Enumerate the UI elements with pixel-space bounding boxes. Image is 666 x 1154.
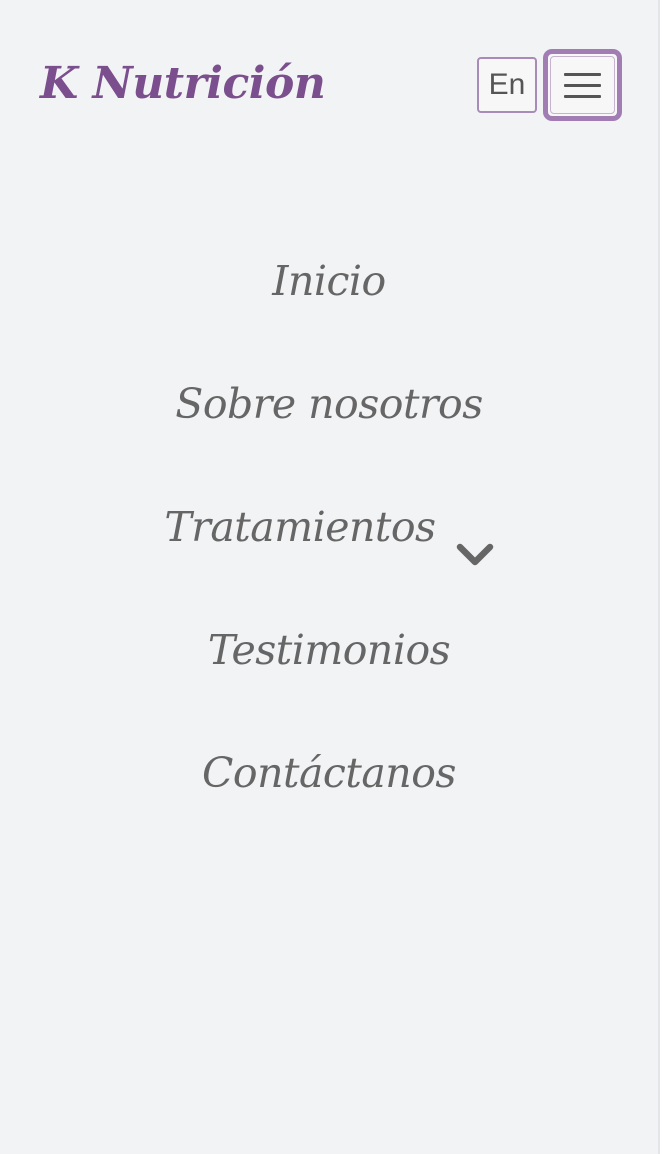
page-viewport: K Nutrición En Inicio Sobre nosotros Tra… (0, 0, 658, 1154)
nav-label: Inicio (272, 257, 386, 305)
nav-item-contactanos: Contáctanos (0, 730, 658, 853)
main-navigation: Inicio Sobre nosotros Tratamientos Testi… (0, 238, 658, 853)
nav-label: Tratamientos (164, 503, 436, 551)
scrollbar-edge (658, 0, 660, 1154)
chevron-down-icon[interactable] (456, 511, 494, 566)
nav-link-sobre-nosotros[interactable]: Sobre nosotros (175, 361, 483, 447)
nav-link-contactanos[interactable]: Contáctanos (202, 730, 456, 816)
brand-logo[interactable]: K Nutrición (40, 52, 326, 116)
nav-item-inicio: Inicio (0, 238, 658, 361)
nav-label: Sobre nosotros (175, 380, 483, 428)
language-toggle-button[interactable]: En (477, 57, 537, 113)
nav-label: Testimonios (207, 626, 451, 674)
nav-item-tratamientos: Tratamientos (0, 484, 658, 607)
menu-toggle-button[interactable] (543, 49, 622, 121)
nav-label: Contáctanos (202, 749, 456, 797)
nav-link-tratamientos[interactable]: Tratamientos (164, 484, 493, 570)
nav-link-inicio[interactable]: Inicio (272, 238, 386, 324)
nav-item-sobre-nosotros: Sobre nosotros (0, 361, 658, 484)
nav-item-testimonios: Testimonios (0, 607, 658, 730)
nav-link-testimonios[interactable]: Testimonios (207, 607, 451, 693)
